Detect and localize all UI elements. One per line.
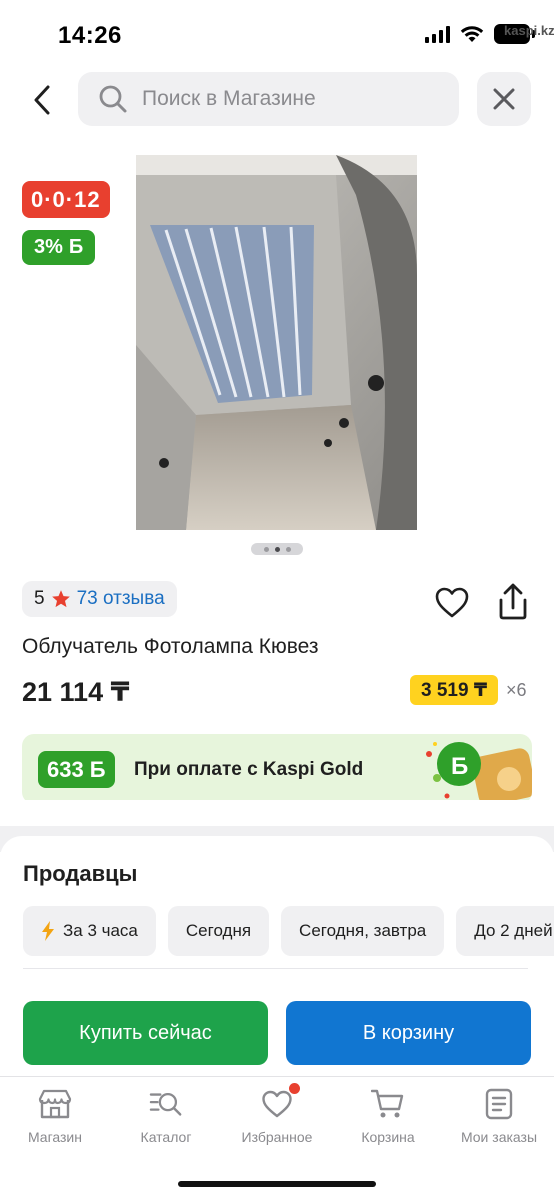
notification-dot [289, 1083, 300, 1094]
gold-bonus-badge: 633 Б [38, 751, 115, 788]
cart-icon [371, 1087, 405, 1121]
heart-icon [260, 1083, 300, 1121]
gold-bonus-amount: 633 [47, 756, 84, 782]
kaspi-gold-text: При оплате с Kaspi Gold [134, 759, 364, 780]
bonus-badge-value: 3% [34, 236, 63, 258]
chip-today[interactable]: Сегодня [167, 906, 270, 956]
reviews-link[interactable]: 73 отзыва [77, 588, 165, 610]
installment-months: ×6 [506, 680, 527, 700]
chip-today-tomorrow[interactable]: Сегодня, завтра [281, 906, 445, 956]
pager-dot [263, 546, 269, 552]
nav-label: Корзина [361, 1129, 415, 1145]
chip-label: Сегодня, завтра [299, 921, 427, 940]
status-time: 14:26 [58, 22, 122, 49]
catalog-search-icon [149, 1087, 183, 1121]
nav-item-cart[interactable]: Корзина [333, 1087, 443, 1145]
share-button[interactable] [494, 582, 532, 622]
heart-icon [435, 587, 469, 618]
battery-icon: kaspi.kz [494, 23, 554, 44]
home-indicator [178, 1181, 376, 1187]
sellers-title: Продавцы [23, 861, 138, 886]
gold-bonus-symbol: Б [89, 756, 106, 782]
nav-item-store[interactable]: Магазин [0, 1087, 110, 1145]
wifi-icon [460, 26, 484, 42]
installment-badge: 0·0·12 [22, 181, 110, 218]
chip-label: До 2 дней [474, 921, 553, 940]
kaspi-gold-illustration: Б [426, 742, 532, 804]
rating-value: 5 [34, 588, 45, 609]
chip-2-days[interactable]: До 2 дней [456, 906, 554, 956]
nav-label: Мои заказы [460, 1129, 538, 1145]
product-price: 21 114 ₸ [22, 677, 130, 707]
chip-label: За 3 часа [63, 921, 138, 940]
chip-label: Сегодня [185, 921, 252, 940]
svg-text:Б: Б [451, 753, 468, 780]
pager-dot-active [274, 546, 280, 552]
rating-reviews-pill[interactable]: 5 73 отзыва [22, 581, 177, 617]
status-icons: kaspi.kz [425, 23, 554, 44]
kaspi-gold-banner[interactable]: 633 Б При оплате с Kaspi Gold Б [22, 734, 532, 804]
cellular-signal-icon [425, 25, 450, 43]
close-button[interactable] [477, 72, 531, 126]
back-button[interactable] [22, 78, 62, 122]
header [0, 72, 554, 128]
bonus-symbol: Б [68, 236, 84, 258]
star-icon [51, 590, 70, 608]
status-bar: 14:26 kaspi.kz [0, 0, 554, 70]
nav-label: Магазин [27, 1129, 82, 1145]
product-image[interactable] [136, 155, 417, 530]
pager-dot [285, 546, 291, 552]
bonus-badge: 3% Б [22, 230, 96, 265]
nav-label: Избранное [241, 1129, 313, 1145]
store-icon [38, 1087, 72, 1121]
lightning-icon [42, 921, 54, 941]
add-to-cart-button[interactable]: В корзину [286, 1001, 531, 1065]
close-icon [493, 88, 515, 110]
product-photo [136, 155, 417, 530]
chevron-left-icon [34, 85, 50, 115]
search-icon [99, 85, 127, 113]
monthly-payment-badge[interactable]: 3 519 ₸ [410, 675, 499, 705]
nav-item-favorites[interactable]: Избранное [222, 1083, 332, 1145]
buy-now-button[interactable]: Купить сейчас [23, 1001, 268, 1065]
share-icon [499, 583, 527, 620]
carrier-label: kaspi.kz [504, 23, 554, 38]
divider [23, 968, 528, 969]
delivery-filter-chips: За 3 часа Сегодня Сегодня, завтра До 2 д… [23, 906, 554, 956]
search-input[interactable] [142, 87, 442, 111]
nav-item-catalog[interactable]: Каталог [111, 1087, 221, 1145]
product-title: Облучатель Фотолампа Кювез [22, 635, 319, 658]
chip-3-hours[interactable]: За 3 часа [23, 906, 156, 956]
favorite-button[interactable] [434, 585, 470, 621]
orders-icon [482, 1087, 516, 1121]
search-bar[interactable] [78, 72, 459, 126]
image-pager[interactable] [251, 543, 303, 555]
nav-item-orders[interactable]: Мои заказы [444, 1087, 554, 1145]
nav-label: Каталог [140, 1129, 192, 1145]
